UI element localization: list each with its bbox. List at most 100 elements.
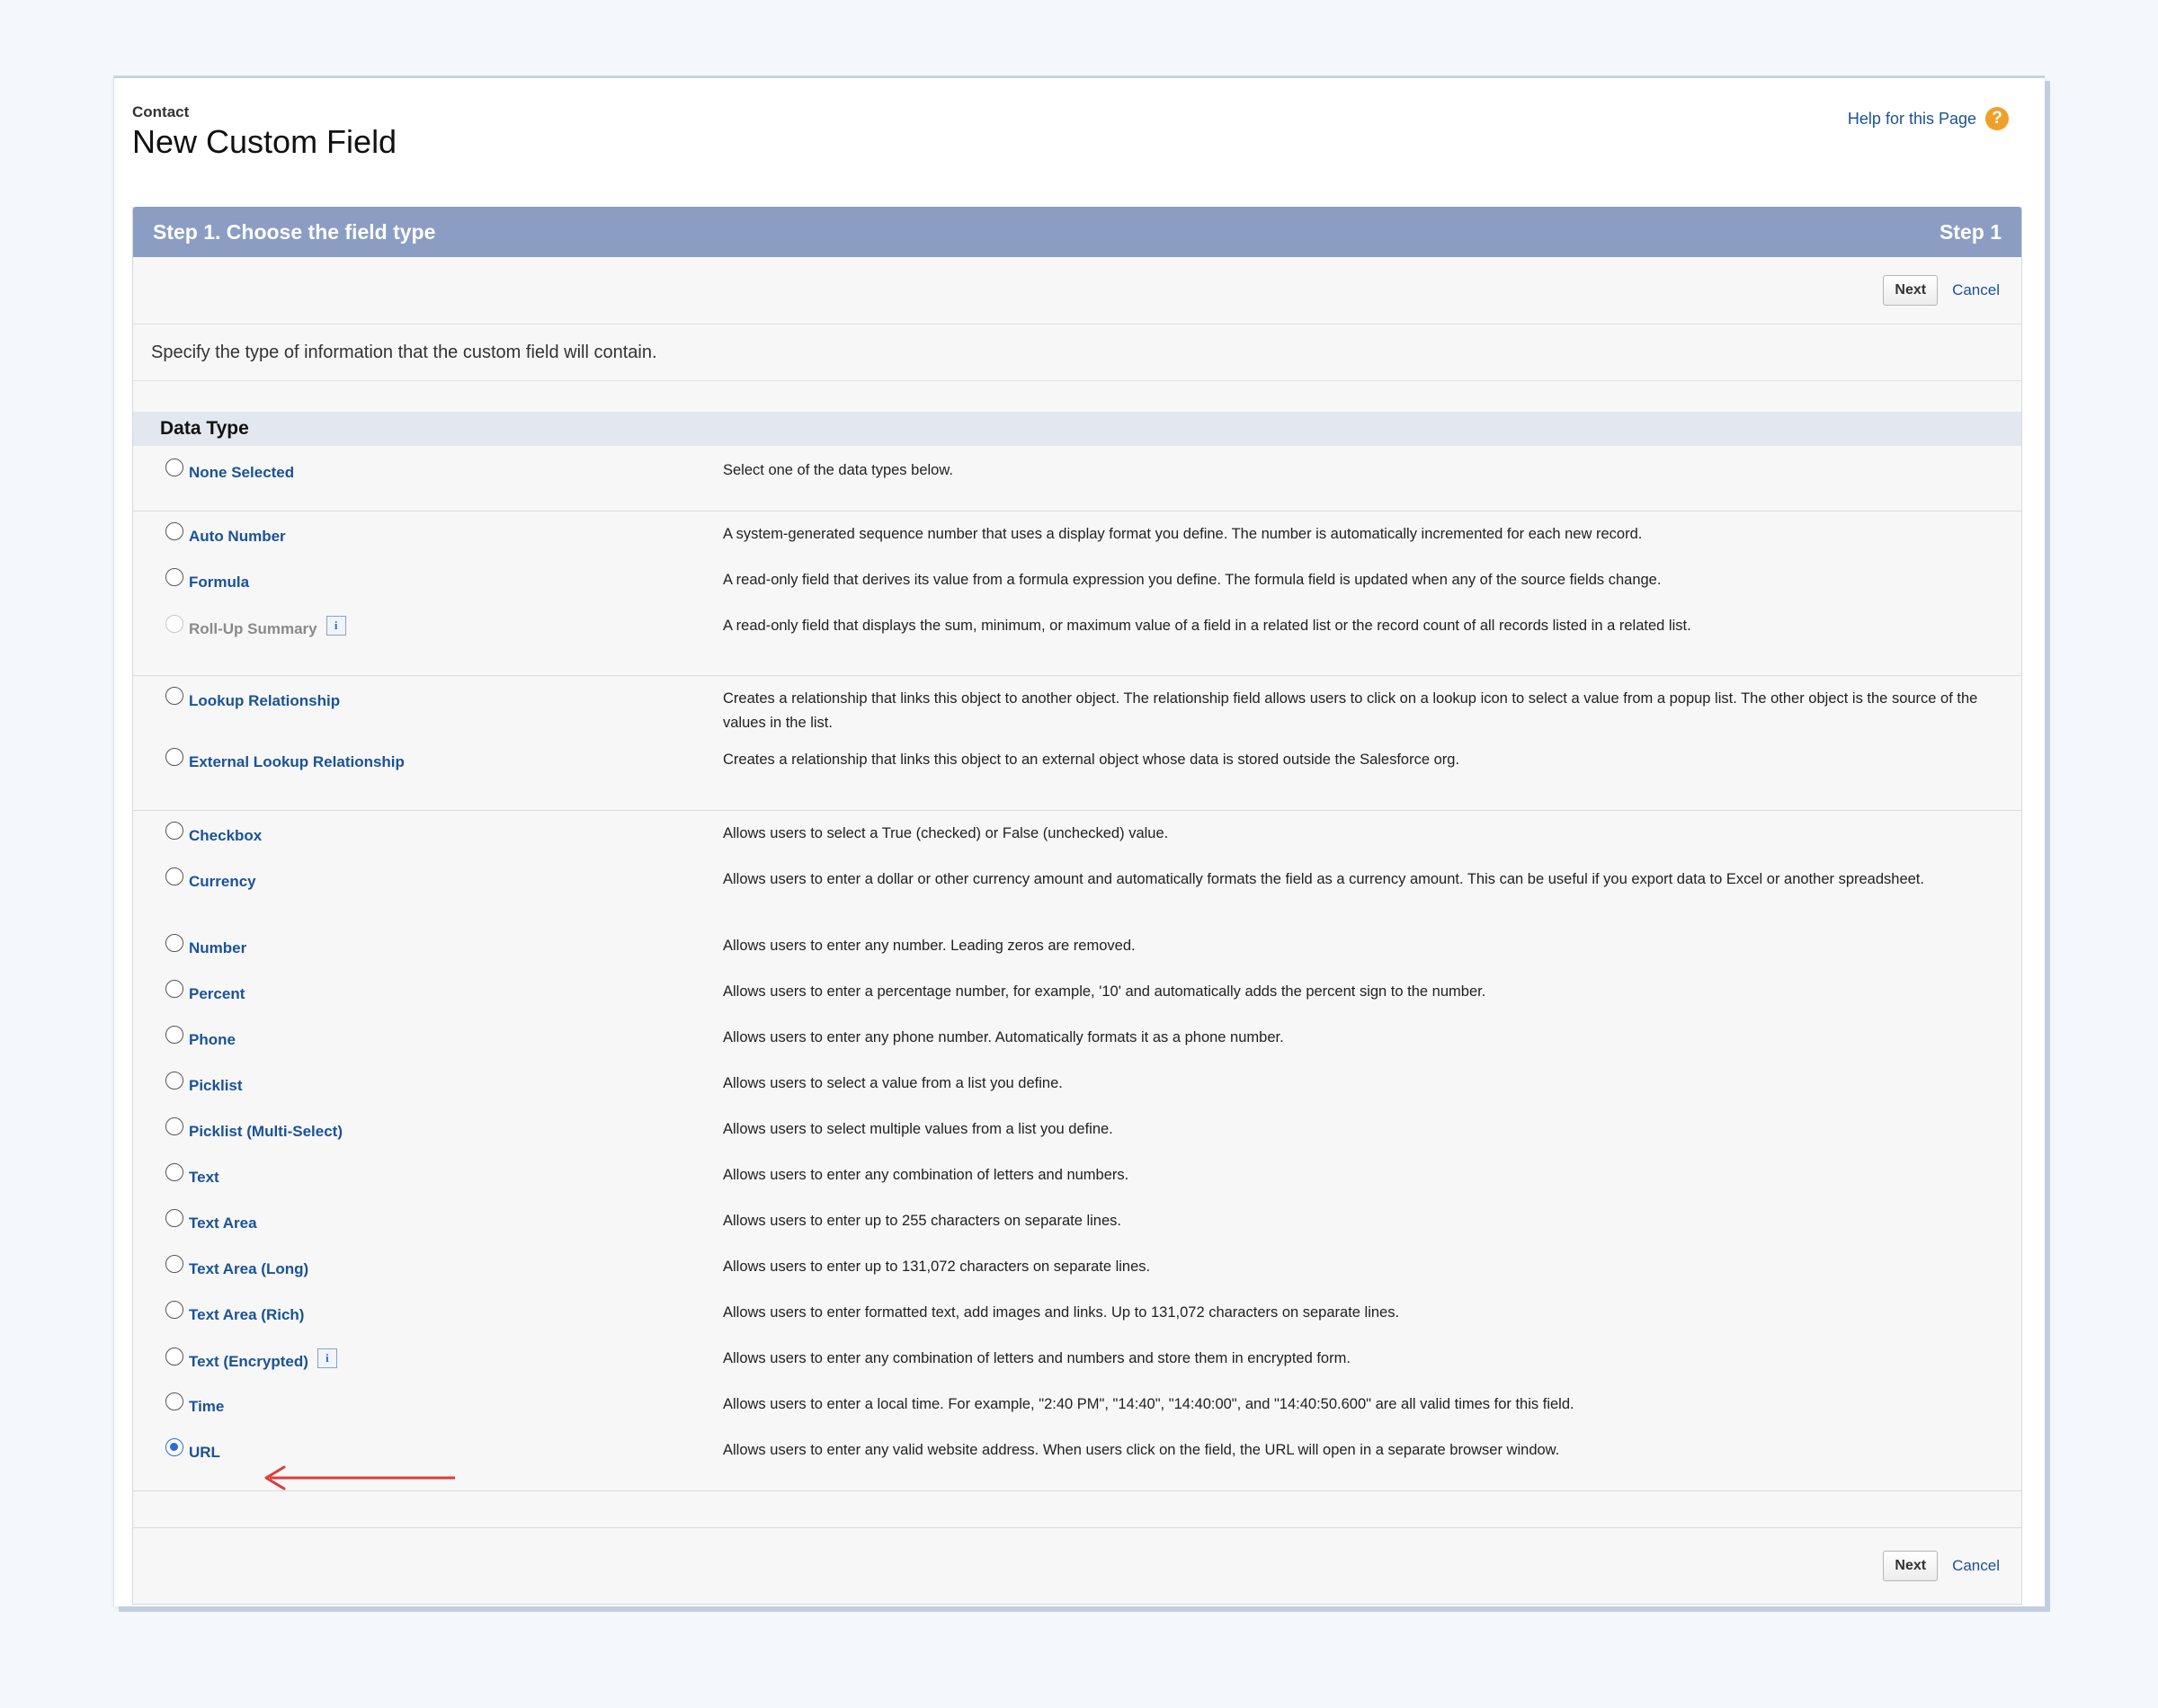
- option-description: Creates a relationship that links this o…: [723, 752, 1460, 768]
- option-description: Allows users to enter formatted text, ad…: [723, 1304, 1400, 1321]
- option-picklist[interactable]: Picklist: [165, 1072, 243, 1095]
- help-link[interactable]: Help for this Page ?: [1848, 107, 2009, 130]
- step-header: Step 1. Choose the field type Step 1: [133, 207, 2021, 257]
- option-label[interactable]: Number: [189, 939, 246, 957]
- option-description: Allows users to enter a dollar or other …: [723, 871, 1924, 887]
- option-label[interactable]: Phone: [189, 1031, 236, 1049]
- option-text-area-long[interactable]: Text Area (Long): [165, 1255, 308, 1278]
- instructions-text: Specify the type of information that the…: [133, 325, 2021, 381]
- option-currency[interactable]: Currency: [165, 867, 256, 891]
- object-name: Contact: [132, 103, 190, 120]
- option-picklist-multi-select[interactable]: Picklist (Multi-Select): [165, 1117, 343, 1141]
- step-panel: Step 1. Choose the field type Step 1 Nex…: [132, 207, 2022, 1605]
- data-type-options: None Selected Select one of the data type…: [133, 446, 2021, 1491]
- option-time[interactable]: Time: [165, 1392, 224, 1416]
- option-label[interactable]: Currency: [189, 873, 256, 891]
- radio-text-area-rich[interactable]: [165, 1301, 183, 1319]
- radio-phone[interactable]: [165, 1026, 183, 1044]
- option-formula[interactable]: Formula: [165, 568, 249, 592]
- radio-picklist-multi-select[interactable]: [165, 1117, 183, 1135]
- page-frame: Contact New Custom Field Help for this P…: [113, 76, 2045, 1606]
- radio-external-lookup-relationship[interactable]: [165, 748, 183, 766]
- option-description: Allows users to enter any combination of…: [723, 1167, 1129, 1183]
- cancel-link-bottom[interactable]: Cancel: [1952, 1557, 2000, 1575]
- radio-percent[interactable]: [165, 980, 183, 998]
- option-text-encrypted[interactable]: Text (Encrypted) i: [165, 1348, 337, 1372]
- radio-text-area-long[interactable]: [165, 1255, 183, 1273]
- option-label[interactable]: Text (Encrypted): [189, 1353, 308, 1371]
- radio-roll-up-summary: [165, 615, 183, 633]
- data-type-section-header: Data Type: [133, 412, 2021, 446]
- option-label[interactable]: Text Area: [189, 1214, 257, 1232]
- option-percent[interactable]: Percent: [165, 980, 245, 1003]
- next-button-bottom[interactable]: Next: [1883, 1551, 1939, 1581]
- option-description: A read-only field that displays the sum,…: [723, 618, 1691, 634]
- radio-text-area[interactable]: [165, 1209, 183, 1227]
- info-icon[interactable]: i: [325, 616, 346, 636]
- option-label[interactable]: Checkbox: [189, 827, 262, 845]
- option-roll-up-summary: Roll-Up Summary i: [165, 615, 346, 639]
- option-url[interactable]: URL: [165, 1438, 220, 1462]
- radio-lookup-relationship[interactable]: [165, 687, 183, 705]
- option-description: Allows users to select a value from a li…: [723, 1075, 1063, 1091]
- option-text[interactable]: Text: [165, 1163, 219, 1187]
- option-description: Creates a relationship that links this o…: [723, 690, 1978, 731]
- radio-checkbox[interactable]: [165, 822, 183, 840]
- next-button[interactable]: Next: [1883, 275, 1939, 306]
- option-label[interactable]: External Lookup Relationship: [189, 753, 405, 771]
- radio-auto-number[interactable]: [165, 522, 183, 540]
- radio-number[interactable]: [165, 934, 183, 952]
- option-label[interactable]: Percent: [189, 985, 245, 1003]
- option-none-selected[interactable]: None Selected: [165, 458, 294, 482]
- option-description: Allows users to enter a local time. For …: [723, 1396, 1574, 1412]
- option-number[interactable]: Number: [165, 934, 246, 957]
- radio-time[interactable]: [165, 1392, 183, 1410]
- option-description: Allows users to select multiple values f…: [723, 1121, 1113, 1137]
- radio-none-selected[interactable]: [165, 458, 183, 476]
- option-label[interactable]: Text Area (Rich): [189, 1306, 304, 1324]
- option-description: Allows users to enter any phone number. …: [723, 1029, 1284, 1045]
- option-label[interactable]: Lookup Relationship: [189, 692, 340, 710]
- option-label[interactable]: Text Area (Long): [189, 1260, 308, 1278]
- info-icon[interactable]: i: [317, 1348, 337, 1368]
- option-external-lookup-relationship[interactable]: External Lookup Relationship: [165, 748, 405, 771]
- top-button-row: Next Cancel: [133, 257, 2021, 325]
- option-text-area-rich[interactable]: Text Area (Rich): [165, 1301, 304, 1324]
- option-description: A read-only field that derives its value…: [723, 572, 1662, 588]
- radio-text[interactable]: [165, 1163, 183, 1181]
- option-label[interactable]: Picklist: [189, 1077, 243, 1095]
- cancel-link[interactable]: Cancel: [1952, 281, 2000, 299]
- option-lookup-relationship[interactable]: Lookup Relationship: [165, 687, 340, 710]
- step-label: Step 1: [1939, 219, 2002, 244]
- option-label[interactable]: None Selected: [189, 464, 294, 482]
- option-auto-number[interactable]: Auto Number: [165, 522, 286, 546]
- radio-text-encrypted[interactable]: [165, 1348, 183, 1366]
- help-link-label[interactable]: Help for this Page: [1848, 110, 1976, 129]
- option-description: Allows users to enter any number. Leadin…: [723, 938, 1136, 954]
- option-description: Allows users to enter any valid website …: [723, 1442, 1560, 1458]
- option-description: Allows users to enter a percentage numbe…: [723, 983, 1486, 1000]
- radio-picklist[interactable]: [165, 1072, 183, 1090]
- option-label[interactable]: Formula: [189, 574, 249, 592]
- option-label[interactable]: Picklist (Multi-Select): [189, 1123, 343, 1141]
- step-title: Step 1. Choose the field type: [153, 219, 436, 244]
- help-question-icon[interactable]: ?: [1985, 107, 2009, 130]
- option-description: Allows users to enter up to 255 characte…: [723, 1213, 1121, 1229]
- option-checkbox[interactable]: Checkbox: [165, 822, 262, 845]
- radio-formula[interactable]: [165, 568, 183, 586]
- option-label[interactable]: Auto Number: [189, 528, 286, 546]
- option-description: Select one of the data types below.: [723, 462, 953, 478]
- option-label[interactable]: Text: [189, 1169, 219, 1187]
- page-title: New Custom Field: [132, 123, 397, 160]
- annotation-arrow-icon: [264, 1465, 455, 1490]
- option-text-area[interactable]: Text Area: [165, 1209, 257, 1232]
- option-description: A system-generated sequence number that …: [723, 526, 1643, 542]
- radio-currency[interactable]: [165, 867, 183, 885]
- page-header: Contact New Custom Field: [132, 103, 397, 161]
- option-label[interactable]: Time: [189, 1398, 224, 1416]
- option-group: Lookup Relationship Creates a relationshi…: [133, 676, 2021, 811]
- option-label[interactable]: URL: [189, 1444, 220, 1462]
- option-phone[interactable]: Phone: [165, 1026, 236, 1049]
- bottom-button-row: Next Cancel: [133, 1527, 2021, 1604]
- radio-url[interactable]: [165, 1438, 183, 1456]
